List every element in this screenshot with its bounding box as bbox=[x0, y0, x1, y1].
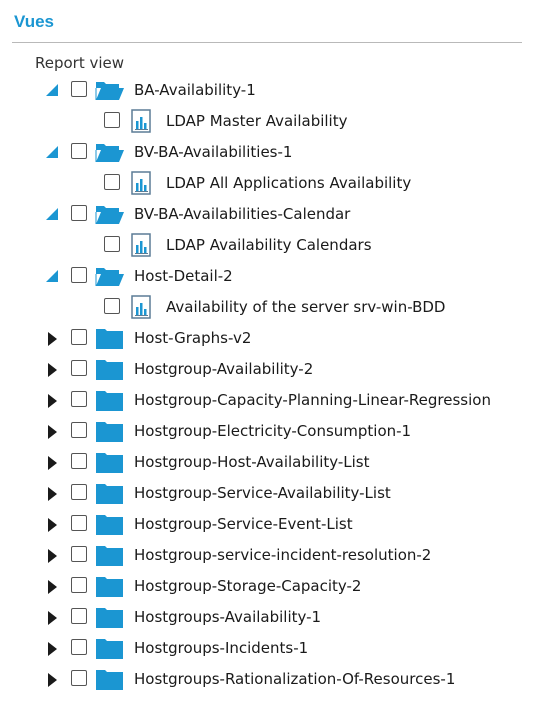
folder-label[interactable]: Host-Graphs-v2 bbox=[134, 329, 251, 347]
report-label[interactable]: LDAP Master Availability bbox=[166, 112, 347, 130]
folder-label[interactable]: Hostgroup-Capacity-Planning-Linear-Regre… bbox=[134, 391, 491, 409]
section-title: Vues bbox=[14, 12, 55, 31]
triangle-down-icon[interactable] bbox=[46, 270, 58, 282]
report-checkbox[interactable] bbox=[104, 298, 120, 314]
folder-checkbox[interactable] bbox=[71, 639, 87, 655]
tree-folder-row[interactable]: Hostgroups-Incidents-1 bbox=[0, 636, 536, 662]
folder-checkbox[interactable] bbox=[71, 484, 87, 500]
triangle-right-icon[interactable] bbox=[48, 549, 57, 563]
folder-checkbox[interactable] bbox=[71, 515, 87, 531]
triangle-right-icon[interactable] bbox=[48, 673, 57, 687]
report-label[interactable]: Availability of the server srv-win-BDD bbox=[166, 298, 445, 316]
tree-folder-row[interactable]: Host-Graphs-v2 bbox=[0, 326, 536, 352]
tree-folder-row[interactable]: Host-Detail-2 bbox=[0, 264, 536, 290]
folder-checkbox[interactable] bbox=[71, 81, 87, 97]
report-label[interactable]: LDAP All Applications Availability bbox=[166, 174, 411, 192]
triangle-right-icon[interactable] bbox=[48, 642, 57, 656]
tree-report-row[interactable]: LDAP Master Availability bbox=[0, 109, 536, 135]
folder-label[interactable]: Hostgroup-Host-Availability-List bbox=[134, 453, 370, 471]
tree-folder-row[interactable]: Hostgroup-service-incident-resolution-2 bbox=[0, 543, 536, 569]
triangle-right-icon[interactable] bbox=[48, 363, 57, 377]
folder-label[interactable]: Host-Detail-2 bbox=[134, 267, 233, 285]
divider bbox=[12, 42, 522, 43]
folder-open-icon bbox=[95, 202, 125, 226]
folder-icon bbox=[95, 419, 125, 443]
tree-root-label: Report view bbox=[35, 54, 125, 72]
tree-folder-row[interactable]: Hostgroup-Storage-Capacity-2 bbox=[0, 574, 536, 600]
folder-checkbox[interactable] bbox=[71, 267, 87, 283]
folder-checkbox[interactable] bbox=[71, 143, 87, 159]
tree-report-row[interactable]: LDAP All Applications Availability bbox=[0, 171, 536, 197]
triangle-right-icon[interactable] bbox=[48, 425, 57, 439]
folder-icon bbox=[95, 574, 125, 598]
folder-label[interactable]: Hostgroups-Availability-1 bbox=[134, 608, 321, 626]
triangle-right-icon[interactable] bbox=[48, 611, 57, 625]
report-checkbox[interactable] bbox=[104, 236, 120, 252]
folder-checkbox[interactable] bbox=[71, 391, 87, 407]
tree-folder-row[interactable]: BV-BA-Availabilities-Calendar bbox=[0, 202, 536, 228]
folder-icon bbox=[95, 605, 125, 629]
tree-folder-row[interactable]: Hostgroup-Host-Availability-List bbox=[0, 450, 536, 476]
triangle-down-icon[interactable] bbox=[46, 208, 58, 220]
folder-checkbox[interactable] bbox=[71, 577, 87, 593]
folder-icon bbox=[95, 481, 125, 505]
triangle-right-icon[interactable] bbox=[48, 487, 57, 501]
report-chart-icon bbox=[130, 171, 152, 195]
folder-label[interactable]: Hostgroups-Incidents-1 bbox=[134, 639, 308, 657]
folder-checkbox[interactable] bbox=[71, 453, 87, 469]
triangle-down-icon[interactable] bbox=[46, 84, 58, 96]
tree-folder-row[interactable]: Hostgroup-Capacity-Planning-Linear-Regre… bbox=[0, 388, 536, 414]
triangle-right-icon[interactable] bbox=[48, 394, 57, 408]
folder-label[interactable]: Hostgroup-Electricity-Consumption-1 bbox=[134, 422, 411, 440]
folder-label[interactable]: BV-BA-Availabilities-Calendar bbox=[134, 205, 350, 223]
tree-folder-row[interactable]: Hostgroups-Rationalization-Of-Resources-… bbox=[0, 667, 536, 693]
folder-label[interactable]: Hostgroups-Rationalization-Of-Resources-… bbox=[134, 670, 455, 688]
folder-icon bbox=[95, 326, 125, 350]
folder-label[interactable]: Hostgroup-Service-Event-List bbox=[134, 515, 353, 533]
report-chart-icon bbox=[130, 233, 152, 257]
tree-folder-row[interactable]: Hostgroup-Electricity-Consumption-1 bbox=[0, 419, 536, 445]
triangle-right-icon[interactable] bbox=[48, 580, 57, 594]
folder-checkbox[interactable] bbox=[71, 360, 87, 376]
triangle-down-icon[interactable] bbox=[46, 146, 58, 158]
tree-folder-row[interactable]: BV-BA-Availabilities-1 bbox=[0, 140, 536, 166]
folder-checkbox[interactable] bbox=[71, 422, 87, 438]
folder-icon bbox=[95, 450, 125, 474]
folder-label[interactable]: Hostgroup-service-incident-resolution-2 bbox=[134, 546, 431, 564]
tree-folder-row[interactable]: Hostgroups-Availability-1 bbox=[0, 605, 536, 631]
folder-icon bbox=[95, 357, 125, 381]
folder-checkbox[interactable] bbox=[71, 670, 87, 686]
tree-folder-row[interactable]: Hostgroup-Availability-2 bbox=[0, 357, 536, 383]
folder-label[interactable]: BA-Availability-1 bbox=[134, 81, 256, 99]
triangle-right-icon[interactable] bbox=[48, 456, 57, 470]
tree-folder-row[interactable]: Hostgroup-Service-Availability-List bbox=[0, 481, 536, 507]
folder-icon bbox=[95, 543, 125, 567]
folder-icon bbox=[95, 667, 125, 691]
folder-label[interactable]: Hostgroup-Service-Availability-List bbox=[134, 484, 391, 502]
folder-icon bbox=[95, 388, 125, 412]
report-label[interactable]: LDAP Availability Calendars bbox=[166, 236, 372, 254]
tree-folder-row[interactable]: Hostgroup-Service-Event-List bbox=[0, 512, 536, 538]
folder-checkbox[interactable] bbox=[71, 546, 87, 562]
folder-label[interactable]: Hostgroup-Availability-2 bbox=[134, 360, 313, 378]
tree-report-row[interactable]: Availability of the server srv-win-BDD bbox=[0, 295, 536, 321]
folder-label[interactable]: Hostgroup-Storage-Capacity-2 bbox=[134, 577, 361, 595]
folder-icon bbox=[95, 512, 125, 536]
report-chart-icon bbox=[130, 295, 152, 319]
folder-open-icon bbox=[95, 140, 125, 164]
triangle-right-icon[interactable] bbox=[48, 518, 57, 532]
triangle-right-icon[interactable] bbox=[48, 332, 57, 346]
report-chart-icon bbox=[130, 109, 152, 133]
folder-label[interactable]: BV-BA-Availabilities-1 bbox=[134, 143, 292, 161]
folder-checkbox[interactable] bbox=[71, 329, 87, 345]
report-checkbox[interactable] bbox=[104, 112, 120, 128]
folder-open-icon bbox=[95, 264, 125, 288]
report-checkbox[interactable] bbox=[104, 174, 120, 190]
tree-report-row[interactable]: LDAP Availability Calendars bbox=[0, 233, 536, 259]
folder-checkbox[interactable] bbox=[71, 608, 87, 624]
tree-folder-row[interactable]: BA-Availability-1 bbox=[0, 78, 536, 104]
folder-icon bbox=[95, 636, 125, 660]
folder-open-icon bbox=[95, 78, 125, 102]
folder-checkbox[interactable] bbox=[71, 205, 87, 221]
